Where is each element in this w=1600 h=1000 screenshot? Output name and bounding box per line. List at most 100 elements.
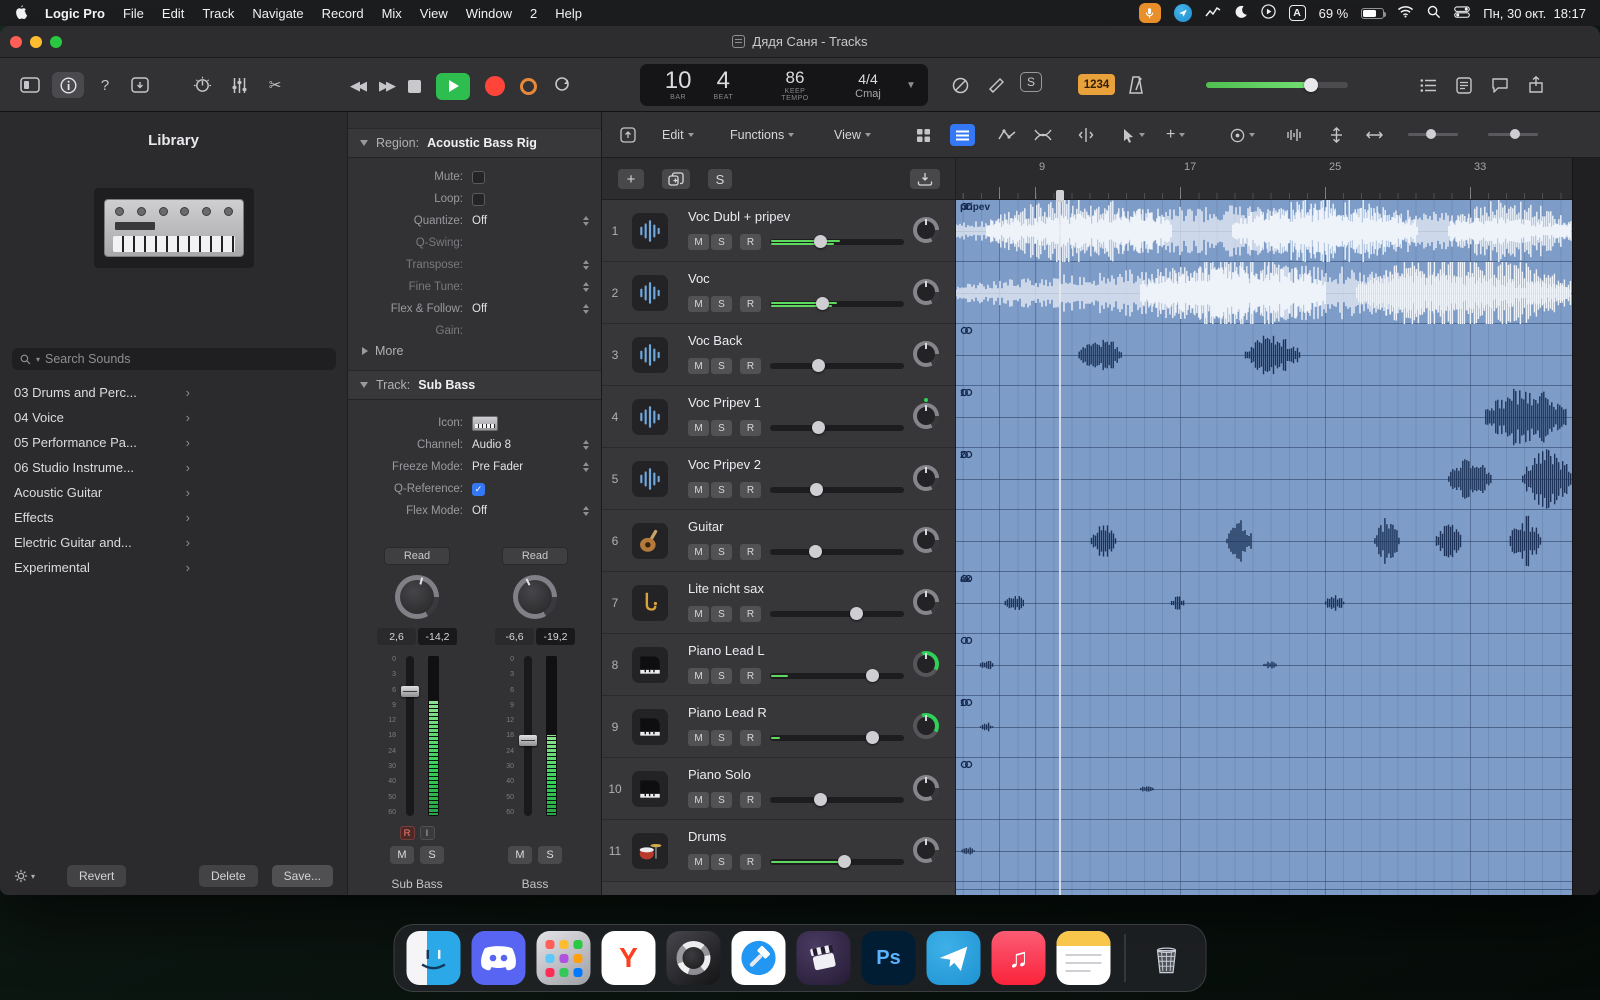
zoom-button[interactable]	[50, 36, 62, 48]
volume-knob[interactable]	[810, 483, 823, 496]
record-enable-button[interactable]: R	[740, 730, 761, 746]
library-item[interactable]: Electric Guitar and... ›	[0, 530, 200, 555]
record-enable-button[interactable]: R	[740, 606, 761, 622]
solo-button[interactable]: S	[711, 792, 732, 808]
stepper-icon[interactable]	[583, 281, 589, 293]
dock-item-final-cut[interactable]	[796, 931, 851, 985]
menu-item-view[interactable]: View	[420, 6, 448, 21]
zoom-slider-knob[interactable]	[1510, 129, 1520, 139]
volume-knob[interactable]	[812, 359, 825, 372]
delete-button[interactable]: Delete	[198, 865, 258, 887]
catch-playhead-icon[interactable]	[620, 124, 636, 146]
duplicate-track-button[interactable]	[662, 169, 690, 189]
wifi-icon[interactable]	[1397, 5, 1414, 21]
dock-item-xcode[interactable]	[731, 931, 786, 985]
record-enable-button[interactable]: R	[740, 234, 761, 250]
chat-icon[interactable]	[1486, 72, 1514, 98]
region[interactable]	[956, 820, 1572, 882]
record-enable-button[interactable]: R	[399, 826, 415, 840]
track-header[interactable]: 10 Piano Solo M S R	[602, 758, 955, 820]
pan-knob[interactable]	[913, 465, 939, 491]
pan-knob[interactable]	[395, 575, 439, 619]
record-enable-button[interactable]: R	[740, 854, 761, 870]
search-scope-chevron-icon[interactable]: ▾	[36, 355, 40, 364]
automation-read-button[interactable]: Read	[384, 547, 450, 565]
dock-item-logic-pro[interactable]	[666, 931, 721, 985]
volume-fader[interactable]: 0 3 6 9 12 18 24 30 40 50 60	[380, 654, 454, 818]
pan-knob[interactable]	[513, 575, 557, 619]
capture-record-icon[interactable]	[520, 77, 537, 95]
pan-knob[interactable]	[913, 527, 939, 553]
stepper-icon[interactable]	[583, 259, 589, 271]
toolbar-toggle-icon[interactable]	[124, 72, 156, 98]
menu-item-file[interactable]: File	[123, 6, 144, 21]
solo-button[interactable]: S	[711, 296, 732, 312]
track-header[interactable]: 9 Piano Lead R MSR	[602, 696, 955, 758]
no-input-icon[interactable]	[946, 72, 974, 98]
dock-item-discord[interactable]	[471, 931, 526, 985]
region[interactable]	[956, 324, 1572, 386]
master-volume-slider[interactable]	[1206, 78, 1348, 92]
library-item[interactable]: Acoustic Guitar ›	[0, 480, 200, 505]
mute-button[interactable]: M	[508, 846, 532, 864]
volume-knob[interactable]	[812, 421, 825, 434]
volume-knob[interactable]	[866, 669, 879, 682]
mute-button[interactable]: M	[688, 420, 709, 436]
region[interactable]: ax	[956, 572, 1572, 634]
control-center-icon[interactable]	[1454, 5, 1471, 21]
volume-knob[interactable]	[838, 855, 851, 868]
mute-button[interactable]: M	[688, 234, 709, 250]
track-header[interactable]: 11 Drums M S R	[602, 820, 955, 882]
cycle-button[interactable]	[552, 76, 572, 97]
pan-value[interactable]: 2,6	[377, 628, 416, 645]
fader-cap[interactable]	[401, 686, 419, 697]
item-list-icon[interactable]	[1414, 72, 1442, 98]
volume-slider[interactable]	[770, 669, 904, 682]
region[interactable]	[956, 758, 1572, 820]
playhead-handle[interactable]	[1056, 190, 1064, 202]
menubar-clock[interactable]: Пн, 30 окт. 18:17	[1483, 6, 1586, 21]
focus-moon-icon[interactable]	[1234, 5, 1248, 22]
vertical-scrollbar[interactable]	[1572, 158, 1600, 895]
editors-scissors-icon[interactable]: ✂	[260, 72, 290, 98]
pan-knob[interactable]	[913, 713, 939, 739]
volume-knob[interactable]	[1304, 78, 1319, 92]
record-enable-button[interactable]: R	[740, 544, 761, 560]
track-header[interactable]: 3 Voc Back M S R	[602, 324, 955, 386]
mixer-icon[interactable]	[223, 72, 255, 98]
menu-item-help[interactable]: Help	[555, 6, 582, 21]
global-solo-button[interactable]: S	[708, 169, 732, 189]
mute-button[interactable]: M	[390, 846, 414, 864]
play-circle-icon[interactable]	[1260, 4, 1276, 22]
menu-item-track[interactable]: Track	[202, 6, 234, 21]
lcd-display[interactable]: 10 BAR 4 BEAT 86 KEEP TEMPO 4/4 Cmaj ▼	[640, 64, 928, 106]
pan-knob[interactable]	[913, 403, 939, 429]
solo-button[interactable]: S	[711, 482, 732, 498]
mute-button[interactable]: M	[688, 668, 709, 684]
library-action-menu[interactable]: ▾	[14, 869, 35, 883]
menu-item-record[interactable]: Record	[322, 6, 364, 21]
titlebar[interactable]: Дядя Саня - Tracks	[0, 26, 1600, 58]
mute-button[interactable]: M	[688, 358, 709, 374]
volume-knob[interactable]	[816, 297, 829, 310]
solo-button[interactable]: S	[711, 730, 732, 746]
apple-menu-icon[interactable]	[14, 4, 28, 22]
horizontal-zoom-slider[interactable]	[1408, 129, 1458, 139]
record-enable-button[interactable]: R	[740, 792, 761, 808]
pan-knob[interactable]	[913, 651, 939, 677]
volume-slider[interactable]	[770, 483, 904, 496]
track-header-config-button[interactable]	[910, 169, 940, 189]
library-item[interactable]: 03 Drums and Perc... ›	[0, 380, 200, 405]
count-in-badge[interactable]: 1234	[1078, 74, 1115, 95]
timeline-ruler[interactable]: 9 17 25 33	[956, 158, 1572, 200]
automation-icon[interactable]	[998, 124, 1016, 146]
fader-cap[interactable]	[519, 735, 537, 746]
pan-knob[interactable]	[913, 775, 939, 801]
grid-view-icon[interactable]	[916, 124, 931, 146]
solo-button[interactable]: S	[711, 668, 732, 684]
region[interactable]: pripev	[956, 200, 1572, 262]
record-enable-button[interactable]: R	[740, 668, 761, 684]
view-menu[interactable]: View	[834, 124, 871, 146]
volume-slider[interactable]	[770, 235, 904, 248]
checkbox[interactable]: ✓	[472, 482, 485, 496]
